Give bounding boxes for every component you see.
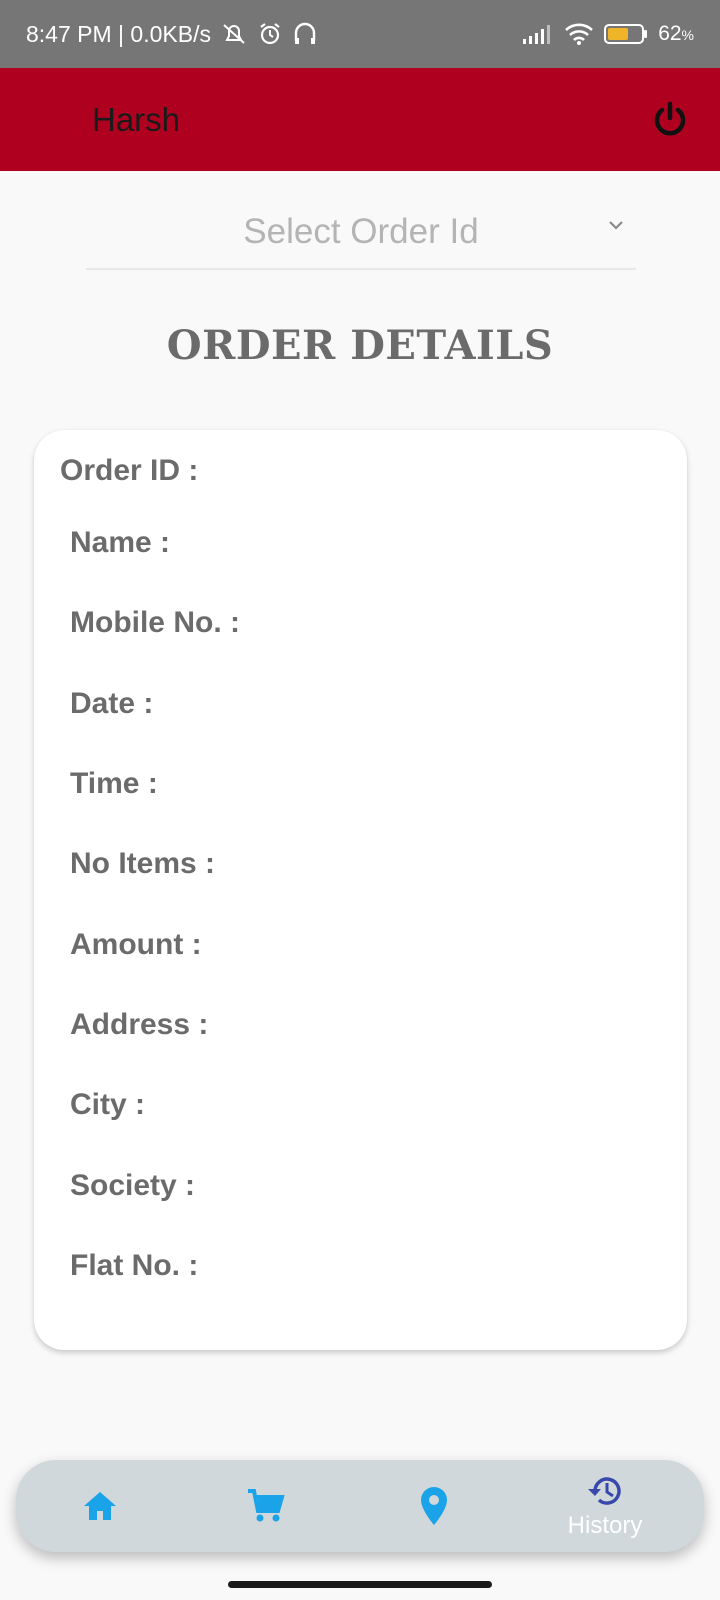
location-icon <box>421 1487 447 1525</box>
flat-label: Flat No. : <box>70 1249 199 1282</box>
city-label: City : <box>70 1088 145 1121</box>
items-label: No Items : <box>70 847 216 880</box>
amount-label: Amount : <box>70 928 202 961</box>
name-label: Name : <box>70 526 171 559</box>
app-bar: Harsh <box>0 68 720 171</box>
home-indicator[interactable] <box>228 1581 492 1588</box>
history-icon <box>588 1477 621 1505</box>
status-time: 8:47 PM | 0.0KB/s <box>26 20 211 47</box>
user-name-title: Harsh <box>92 100 181 138</box>
mute-alarm-icon <box>221 22 247 46</box>
order-id-dropdown[interactable]: Select Order Id <box>86 196 636 270</box>
nav-cart[interactable] <box>226 1460 306 1552</box>
battery-percent: 62% <box>658 22 694 45</box>
wifi-icon <box>564 22 594 46</box>
order-id-label: Order ID : <box>60 454 199 487</box>
mobile-label: Mobile No. : <box>70 606 240 639</box>
date-label: Date : <box>70 687 154 720</box>
nav-home[interactable] <box>60 1460 140 1552</box>
society-label: Society : <box>70 1169 196 1202</box>
status-bar: 8:47 PM | 0.0KB/s 62% <box>0 0 720 68</box>
status-left: 8:47 PM | 0.0KB/s <box>26 21 317 48</box>
signal-icon <box>522 23 554 45</box>
nav-history[interactable]: History <box>550 1460 660 1552</box>
time-label: Time : <box>70 767 158 800</box>
nav-history-label: History <box>567 1512 643 1539</box>
bottom-navigation: History <box>16 1460 704 1552</box>
order-details-card: Order ID : Name : Mobile No. : Date : Ti… <box>34 430 687 1350</box>
alarm-icon <box>257 21 283 47</box>
address-label: Address : <box>70 1008 209 1041</box>
order-id-placeholder: Select Order Id <box>243 212 479 251</box>
nav-location[interactable] <box>394 1460 474 1552</box>
headphones-icon <box>293 21 317 47</box>
power-icon <box>654 101 686 135</box>
home-icon <box>84 1492 116 1520</box>
cart-icon <box>248 1489 285 1522</box>
battery-icon <box>604 23 648 45</box>
status-right: 62% <box>522 22 694 46</box>
page-title: ORDER DETAILS <box>166 322 554 369</box>
chevron-down-icon <box>606 218 626 237</box>
power-button[interactable] <box>648 98 692 142</box>
